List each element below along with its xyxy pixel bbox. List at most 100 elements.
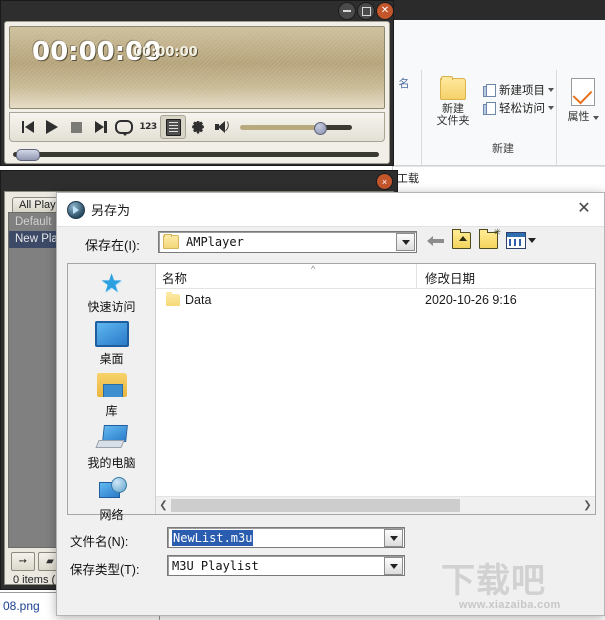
sidebar-item-label: 我的电脑: [87, 456, 136, 470]
network-icon: [95, 477, 129, 505]
up-folder-icon[interactable]: [452, 229, 471, 249]
shuffle-button[interactable]: 123: [136, 116, 160, 138]
volume-slider[interactable]: [240, 121, 352, 135]
seek-slider[interactable]: [13, 148, 379, 161]
previous-button[interactable]: [16, 116, 40, 138]
chevron-down-icon[interactable]: [548, 106, 554, 110]
settings-button[interactable]: [186, 116, 210, 138]
explorer-status: 工载: [393, 166, 605, 186]
new-item-button[interactable]: 新建项目: [483, 82, 554, 98]
table-row[interactable]: Data 2020-10-26 9:16: [156, 289, 595, 311]
properties-button[interactable]: 属性: [561, 78, 605, 124]
filename-label: 文件名(N):: [70, 535, 129, 549]
easy-access-button[interactable]: 轻松访问: [483, 100, 554, 116]
file-rows: Data 2020-10-26 9:16: [156, 289, 595, 496]
seek-slider-knob[interactable]: [16, 148, 40, 161]
column-header-name[interactable]: 名称 ^: [156, 264, 416, 288]
chevron-down-icon: [389, 535, 398, 541]
path-combobox-arrow[interactable]: [396, 233, 415, 251]
scroll-right-icon[interactable]: ❯: [580, 500, 595, 511]
back-icon[interactable]: [427, 234, 444, 248]
places-sidebar: ★ 快速访问 桌面 库 我的电脑 网络: [68, 264, 156, 522]
sidebar-item-desktop[interactable]: 桌面: [68, 321, 155, 367]
playlist-titlebar[interactable]: ×: [1, 171, 397, 190]
repeat-button[interactable]: [112, 116, 136, 138]
play-button[interactable]: [40, 116, 64, 138]
sidebar-item-quick-access[interactable]: ★ 快速访问: [68, 269, 155, 315]
previous-icon: [21, 121, 35, 133]
explorer-window: 名 新建 文件夹 新建项目 轻松访问 新建 属性 工载: [392, 0, 605, 186]
file-date: 2020-10-26 9:16: [425, 293, 517, 307]
stop-icon: [70, 121, 82, 133]
column-header-name-label: 名称: [162, 272, 188, 286]
filename-combobox-arrow[interactable]: [384, 529, 403, 547]
filetype-row: 保存类型(T): M3U Playlist 取消: [57, 553, 604, 581]
star-icon: ★: [99, 268, 124, 298]
computer-icon: [95, 425, 129, 453]
horizontal-scrollbar[interactable]: ❮ ❯: [156, 496, 595, 514]
sidebar-item-label: 库: [105, 404, 118, 418]
easy-access-label: 轻松访问: [499, 103, 545, 115]
chevron-down-icon: [401, 239, 410, 245]
save-in-label: 保存在(I):: [85, 238, 140, 253]
new-folder-icon[interactable]: [479, 227, 501, 249]
shuffle-icon: 123: [139, 122, 157, 132]
stop-button[interactable]: [64, 116, 88, 138]
sidebar-item-label: 桌面: [99, 352, 124, 366]
player-body: 00:00:00 00:00:00 123 ): [4, 21, 390, 164]
playlist-icon: [165, 118, 181, 136]
chevron-down-icon[interactable]: [528, 238, 536, 243]
new-folder-button[interactable]: 新建 文件夹: [427, 76, 479, 127]
explorer-titlebar[interactable]: [393, 0, 605, 20]
filename-value: NewList.m3u: [172, 529, 254, 546]
media-player-window: ✕ 00:00:00 00:00:00 123 ): [0, 0, 394, 166]
library-icon: [95, 373, 129, 401]
column-header-date-label: 修改日期: [425, 272, 476, 286]
folder-icon: [166, 292, 180, 306]
chevron-down-icon: [389, 563, 398, 569]
sort-ascending-icon: ^: [311, 264, 316, 274]
path-combobox[interactable]: AMPlayer: [158, 231, 417, 253]
next-button[interactable]: [88, 116, 112, 138]
dialog-close-button[interactable]: ✕: [574, 199, 594, 219]
filetype-combobox-arrow[interactable]: [384, 557, 403, 575]
scroll-left-icon[interactable]: ❮: [156, 500, 171, 511]
volume-button[interactable]: ): [210, 116, 234, 138]
add-playlist-button[interactable]: ➙: [11, 552, 35, 571]
sidebar-item-network[interactable]: 网络: [68, 477, 155, 523]
sidebar-item-label: 网络: [99, 508, 124, 522]
ribbon-rename-label[interactable]: 名: [393, 78, 415, 91]
column-header-date[interactable]: 修改日期: [416, 264, 586, 288]
new-folder-label-line2: 文件夹: [436, 115, 470, 127]
app-icon: [67, 201, 85, 219]
filename-row: 文件名(N): NewList.m3u 保存(S): [57, 525, 604, 553]
video-display[interactable]: 00:00:00 00:00:00: [9, 26, 385, 109]
new-item-label: 新建项目: [499, 85, 545, 97]
sidebar-item-libraries[interactable]: 库: [68, 373, 155, 419]
scrollbar-thumb[interactable]: [171, 499, 460, 512]
close-button[interactable]: ✕: [376, 2, 394, 20]
minimize-button[interactable]: [338, 2, 356, 20]
folder-icon: [440, 76, 466, 100]
dialog-titlebar[interactable]: 另存为 ✕: [57, 193, 604, 227]
filetype-label: 保存类型(T):: [70, 563, 140, 577]
path-value: AMPlayer: [186, 235, 244, 249]
view-mode-icon[interactable]: [506, 232, 526, 249]
desktop-icon: [94, 321, 129, 349]
player-titlebar[interactable]: ✕: [1, 1, 395, 20]
filetype-select[interactable]: M3U Playlist: [167, 555, 405, 576]
filename-input[interactable]: NewList.m3u: [167, 527, 405, 548]
chevron-down-icon[interactable]: [548, 88, 554, 92]
save-as-dialog: 另存为 ✕ 保存在(I): AMPlayer ✳ ★ 快速访问 桌面 库 我的电…: [56, 192, 605, 616]
file-browser-pane: ★ 快速访问 桌面 库 我的电脑 网络 名称 ^ 修改日期 Data 2020-…: [67, 263, 596, 522]
chevron-down-icon[interactable]: [592, 116, 599, 120]
playlist-button[interactable]: [160, 115, 186, 139]
sidebar-item-my-computer[interactable]: 我的电脑: [68, 425, 155, 471]
maximize-button[interactable]: [357, 2, 375, 20]
volume-waves: ): [226, 121, 230, 132]
volume-slider-knob[interactable]: [314, 121, 327, 135]
playlist-close-button[interactable]: ×: [376, 173, 393, 190]
properties-label: 属性: [567, 111, 590, 123]
folder-icon: [163, 234, 179, 249]
dialog-nav-toolbar: [427, 227, 536, 249]
